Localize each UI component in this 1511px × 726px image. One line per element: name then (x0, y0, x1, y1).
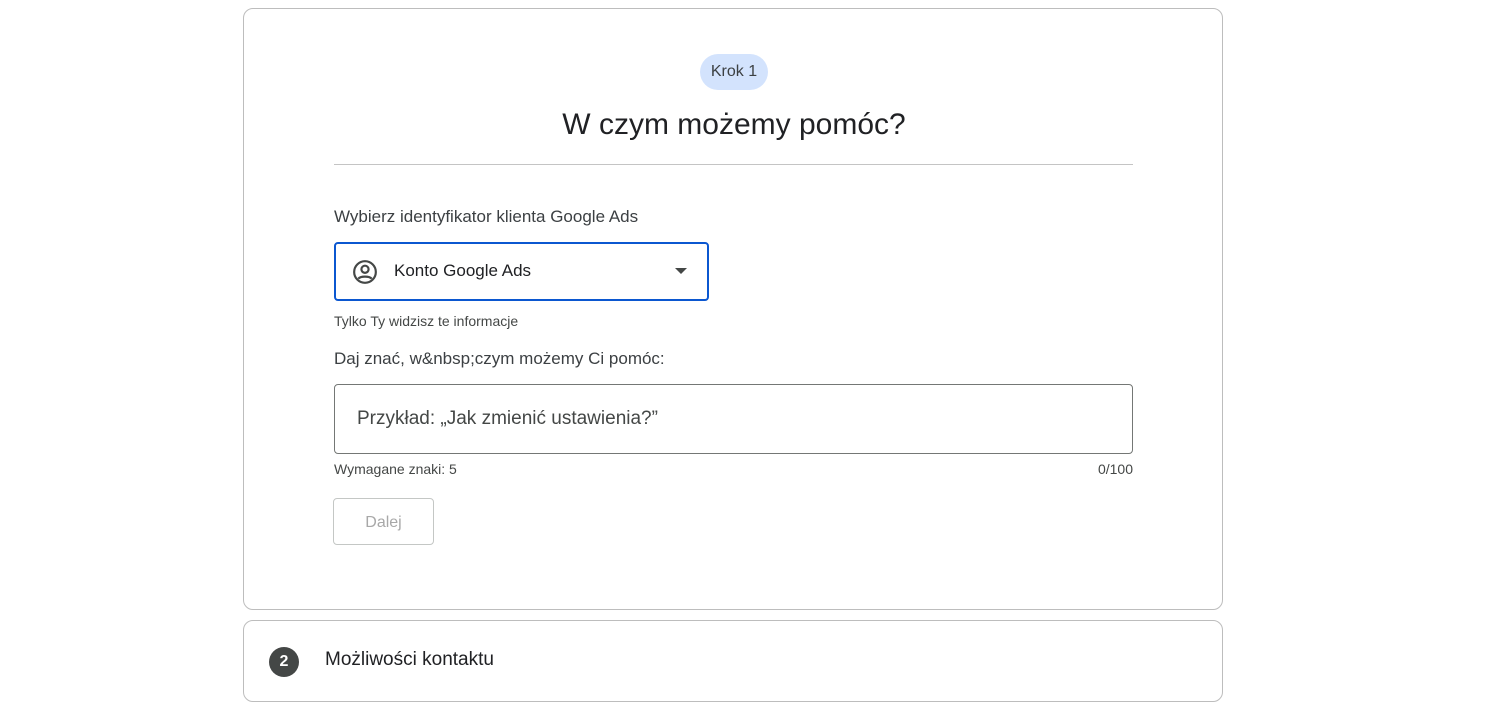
account-select[interactable]: Konto Google Ads (334, 242, 709, 301)
page-title: W czym możemy pomóc? (562, 108, 906, 141)
char-counter: 0/100 (1097, 461, 1133, 477)
step2-title: Możliwości kontaktu (325, 649, 494, 670)
account-select-value: Konto Google Ads (394, 261, 532, 280)
step-chip: Krok 1 (700, 54, 768, 90)
step2-card[interactable]: 2 Możliwości kontaktu (243, 620, 1223, 702)
step1-card: Krok 1 W czym możemy pomóc? Wybierz iden… (243, 8, 1223, 610)
privacy-note: Tylko Ty widzisz te informacje (334, 313, 519, 329)
help-question-input[interactable] (355, 385, 1119, 453)
account-circle-icon (353, 260, 377, 284)
help-question-field[interactable] (334, 384, 1133, 454)
step-number-badge: 2 (269, 647, 299, 677)
help-question-label: Daj znać, w&nbsp;czym możemy Ci pomóc: (334, 349, 665, 368)
required-chars-hint: Wymagane znaki: 5 (334, 461, 457, 477)
account-select-label: Wybierz identyfikator klienta Google Ads (334, 207, 639, 226)
divider (334, 164, 1133, 165)
dropdown-arrow-icon (675, 268, 687, 274)
next-button[interactable]: Dalej (333, 498, 434, 545)
